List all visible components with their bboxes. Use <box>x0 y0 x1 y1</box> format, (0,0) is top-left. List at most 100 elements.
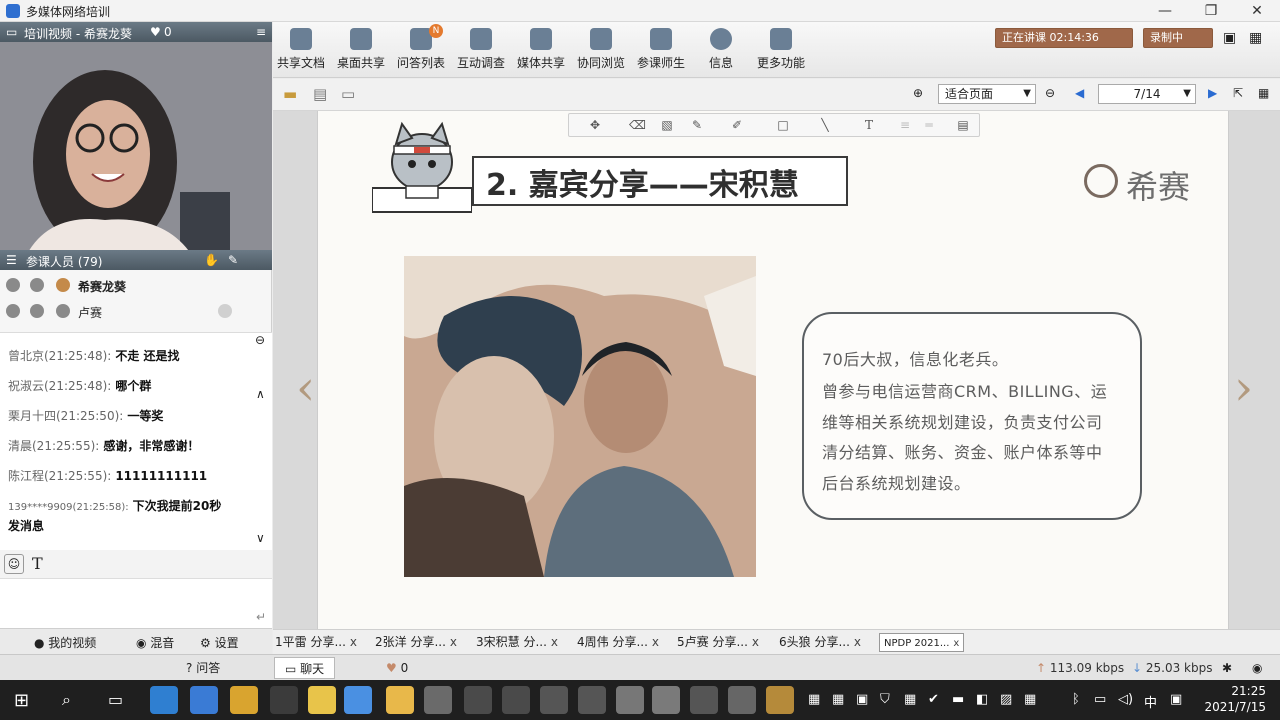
folder-icon[interactable] <box>386 686 414 714</box>
doc-tab[interactable]: 3宋积慧 分... x <box>476 633 558 652</box>
volume-icon[interactable]: ◁) <box>1118 692 1133 707</box>
more-button[interactable]: 更多功能 <box>753 28 809 71</box>
folder-icon[interactable]: ▬ <box>283 85 297 103</box>
chat-bubble-icon[interactable] <box>218 304 232 318</box>
doc-tab[interactable]: 4周伟 分享... x <box>577 633 659 652</box>
search-icon[interactable]: ⌕ <box>62 690 71 710</box>
doc-tab[interactable]: 6头狼 分享... x <box>779 633 861 652</box>
chat-input[interactable]: ↵ <box>0 578 272 628</box>
text-format-icon[interactable]: T <box>32 554 43 573</box>
app-icon[interactable] <box>270 686 298 714</box>
ie-icon[interactable] <box>150 686 178 714</box>
tray-icon[interactable]: ▬ <box>952 692 964 707</box>
qa-list-button[interactable]: N 问答列表 <box>393 24 449 71</box>
tray-icon[interactable]: ▦ <box>904 692 916 707</box>
line-icon[interactable]: ╲ <box>817 118 833 132</box>
settings-button[interactable]: ⚙ 设置 <box>200 634 239 651</box>
move-icon[interactable]: ✥ <box>587 118 603 132</box>
close-button[interactable]: ✕ <box>1234 0 1280 22</box>
desktop-share-button[interactable]: 桌面共享 <box>333 28 389 71</box>
chat-tab[interactable]: ▭ 聊天 <box>274 657 336 679</box>
info-button[interactable]: 信息 <box>693 28 749 71</box>
tray-icon[interactable]: ▨ <box>1000 692 1012 707</box>
tray-icon[interactable]: ▣ <box>856 692 868 707</box>
app-icon[interactable] <box>578 686 606 714</box>
app-icon[interactable] <box>766 686 794 714</box>
page-select[interactable]: 7/14 ▼ <box>1098 84 1196 104</box>
minimize-button[interactable]: — <box>1142 0 1188 22</box>
media-share-button[interactable]: 媒体共享 <box>513 28 569 71</box>
maximize-button[interactable]: ❐ <box>1188 0 1234 22</box>
app-icon[interactable] <box>540 686 568 714</box>
scroll-up-icon[interactable]: ∧ <box>256 387 270 401</box>
attendees-button[interactable]: 参课师生 <box>633 28 689 71</box>
recording-badge[interactable]: 录制中 <box>1143 28 1213 48</box>
undo-icon[interactable]: ≡ <box>897 118 913 132</box>
task-view-icon[interactable]: ▭ <box>108 690 123 709</box>
prev-slide-arrow[interactable]: ‹ <box>296 360 315 416</box>
app-icon[interactable] <box>616 686 644 714</box>
app-icon[interactable] <box>308 686 336 714</box>
raise-hand-icon[interactable]: ✋ <box>204 253 219 267</box>
qa-tab[interactable]: ? 问答 <box>186 657 220 679</box>
app-icon[interactable] <box>190 686 218 714</box>
my-video-button[interactable]: ● 我的视频 <box>34 634 96 651</box>
bluetooth-icon[interactable]: ᛒ <box>1072 692 1080 707</box>
notification-icon[interactable]: ▣ <box>1170 692 1182 707</box>
next-slide-arrow[interactable]: › <box>1234 360 1253 416</box>
tray-icon[interactable]: ▦ <box>808 692 820 707</box>
windows-start-icon[interactable]: ⊞ <box>14 690 29 711</box>
volume-icon[interactable]: ◉ <box>1252 657 1262 679</box>
tray-icon[interactable]: ⛉ <box>880 692 890 707</box>
emoji-icon[interactable]: ☺ <box>4 554 24 574</box>
highlighter-icon[interactable]: ✐ <box>729 118 745 132</box>
doc-tab[interactable]: 5卢赛 分享... x <box>677 633 759 652</box>
tray-icon[interactable]: ▦ <box>832 692 844 707</box>
text-icon[interactable]: T <box>861 118 877 132</box>
ime-indicator[interactable]: 中 <box>1144 692 1157 711</box>
share-document-button[interactable]: 共享文档 <box>273 28 329 71</box>
fullscreen-icon[interactable]: ⇱ <box>1233 86 1243 100</box>
participant-row[interactable]: 卢赛 <box>0 298 272 324</box>
send-icon[interactable]: ↵ <box>256 610 266 624</box>
shield-icon[interactable] <box>464 686 492 714</box>
redo-icon[interactable]: ═ <box>921 118 937 132</box>
new-page-icon[interactable]: ▤ <box>313 85 327 103</box>
menu-icon[interactable]: ≡ <box>256 25 266 39</box>
tray-icon[interactable]: ◧ <box>976 692 988 707</box>
save-icon[interactable]: ▤ <box>955 118 971 132</box>
survey-button[interactable]: 互动调查 <box>453 28 509 71</box>
app-icon[interactable] <box>502 686 530 714</box>
clear-icon[interactable]: ▧ <box>659 118 675 132</box>
layout-icon[interactable]: ▦ <box>1249 30 1262 46</box>
eraser-icon[interactable]: ⌫ <box>629 118 646 132</box>
scroll-down-icon[interactable]: ∨ <box>256 531 270 545</box>
fit-select[interactable]: 适合页面 ▼ <box>938 84 1036 104</box>
doc-tab[interactable]: 2张洋 分享... x <box>375 633 457 652</box>
app-icon[interactable] <box>690 686 718 714</box>
co-browse-button[interactable]: 协同浏览 <box>573 28 629 71</box>
app-icon[interactable] <box>728 686 756 714</box>
zoom-in-icon[interactable]: ⊕ <box>913 86 923 100</box>
pen-icon[interactable]: ✎ <box>689 118 705 132</box>
prev-page-icon[interactable]: ◀ <box>1075 86 1084 100</box>
zoom-out-icon[interactable]: ⊖ <box>1045 86 1055 100</box>
app-icon[interactable] <box>424 686 452 714</box>
mix-button[interactable]: ◉ 混音 <box>136 634 174 651</box>
clock[interactable]: 21:25 2021/7/15 <box>1204 683 1266 715</box>
tray-icon[interactable]: ▦ <box>1024 692 1036 707</box>
next-page-icon[interactable]: ▶ <box>1208 86 1217 100</box>
app-icon[interactable] <box>652 686 680 714</box>
collapse-icon[interactable]: ⊖ <box>252 333 268 353</box>
doc-tab[interactable]: 1平雷 分享... x <box>275 633 357 652</box>
screen-icon[interactable]: ▭ <box>341 85 355 103</box>
app-icon[interactable] <box>344 686 372 714</box>
rectangle-icon[interactable]: □ <box>775 118 791 132</box>
doc-tab-active[interactable]: NPDP 2021... x <box>879 633 965 652</box>
app-icon[interactable] <box>230 686 258 714</box>
network-icon[interactable]: ▭ <box>1094 692 1106 707</box>
image-icon[interactable]: ▣ <box>1223 30 1236 46</box>
settings-icon[interactable]: ▦ <box>1258 86 1269 100</box>
tray-icon[interactable]: ✔ <box>928 692 939 707</box>
bug-icon[interactable]: ✱ <box>1222 657 1232 679</box>
